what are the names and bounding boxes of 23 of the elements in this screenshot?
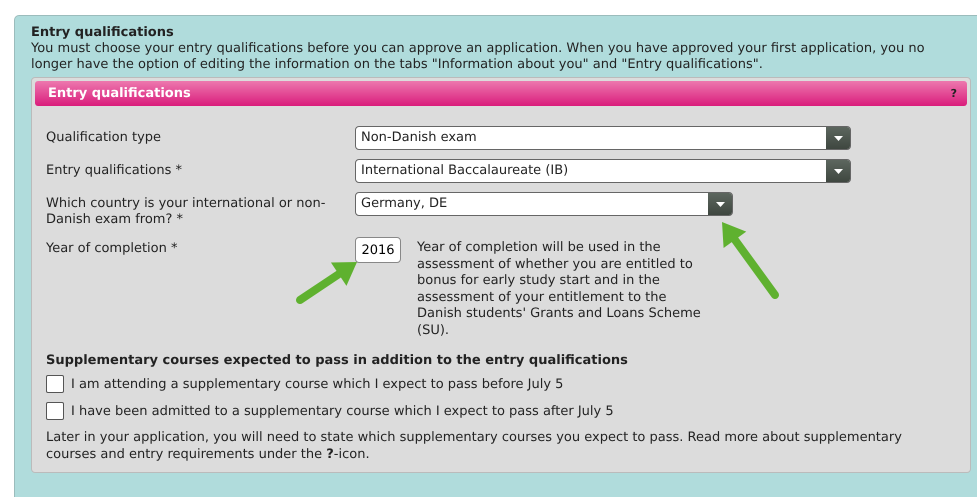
help-text: Year of completion will be used in the assessment of whether you are entitled to bonus for early study start and in the assessment of your entitlement to the Danish students' Grants and Loans Scheme (SU). (417, 239, 702, 339)
caret-icon (834, 136, 842, 140)
info-text: Later in your application, you will need to state which supplementary courses you expect to pass. Read more about supplementary courses and entry requirements under the ?-icon. (46, 429, 903, 463)
checkbox[interactable] (46, 375, 64, 393)
panel-title: Entry qualifications (48, 86, 191, 101)
checkbox[interactable] (46, 402, 64, 420)
annotation-arrow (296, 262, 357, 304)
field-label: Which country is your international or non-Danish exam from? * (46, 195, 326, 228)
checkbox-label: I have been admitted to a supplementary course which I expect to pass after July 5 (71, 404, 614, 418)
checkbox-label: I am attending a supplementary course which I expect to pass before July 5 (71, 376, 564, 392)
field-label: Year of completion * (46, 240, 178, 257)
intro-text: You must choose your entry qualifications before you can approve an application. When you have approved your first application, you no longer have the option of editing the information on the tabs "Information about you" and "Entry qualifications". (31, 41, 926, 73)
caret-icon (834, 168, 842, 174)
caret-icon (716, 202, 724, 206)
dropdown-field[interactable]: International Baccalaureate (IB) (355, 159, 851, 183)
section-title: Entry qualifications (31, 25, 175, 41)
help-link[interactable]: ? (950, 87, 957, 100)
dropdown-field[interactable]: Germany, DE (355, 192, 733, 216)
dropdown-field[interactable]: Non-Danish exam (355, 126, 851, 150)
field-label: Entry qualifications * (46, 162, 184, 179)
year-input[interactable]: 2016 (355, 237, 401, 263)
section-heading: Supplementary courses expected to pass in addition to the entry qualifications (46, 353, 629, 368)
field-label: Qualification type (46, 129, 162, 146)
